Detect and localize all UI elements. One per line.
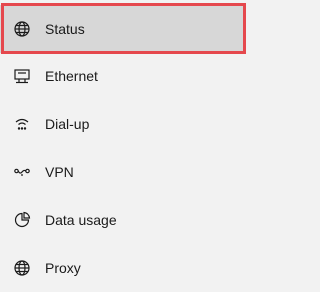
nav-item-label: Data usage [45,212,117,228]
nav-item-ethernet[interactable]: Ethernet [0,52,317,100]
nav-item-label: Status [45,21,85,37]
data-usage-icon [13,211,31,229]
nav-item-data-usage[interactable]: Data usage [0,196,317,244]
ethernet-icon [13,67,31,85]
nav-item-status[interactable]: Status [0,5,244,53]
nav-item-dial-up[interactable]: Dial-up [0,100,317,148]
globe-status-icon [13,20,31,38]
globe-icon [13,259,31,277]
dial-up-icon [13,115,31,133]
nav-item-proxy[interactable]: Proxy [0,244,317,292]
nav-item-label: VPN [45,164,74,180]
nav-item-label: Dial-up [45,116,90,132]
nav-item-vpn[interactable]: VPN [0,148,317,196]
nav-item-label: Proxy [45,260,81,276]
nav-item-label: Ethernet [45,68,98,84]
network-settings-nav: Status Ethernet Dial-up VPN Data usage P… [0,0,317,284]
vpn-icon [13,163,31,181]
